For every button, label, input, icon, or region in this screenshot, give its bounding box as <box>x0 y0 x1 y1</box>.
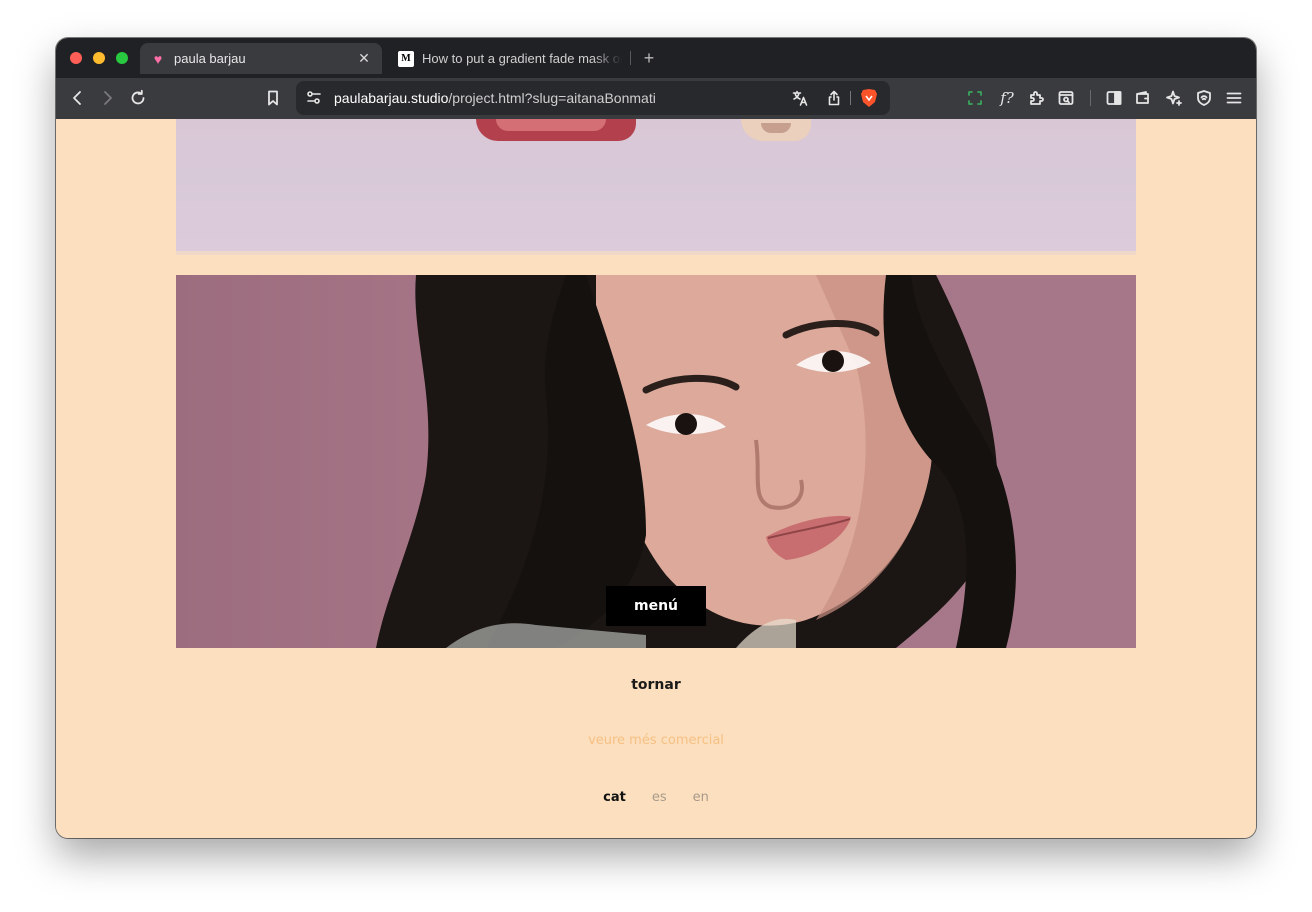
red-shoe-highlight <box>496 119 606 131</box>
project-photo-shoes <box>176 119 1136 255</box>
url-divider <box>850 91 851 105</box>
browser-toolbar: paulabarjau.studio/project.html?slug=ait… <box>56 78 1256 119</box>
more-commercial-link[interactable]: veure més comercial <box>56 733 1256 748</box>
close-tab-icon[interactable]: ✕ <box>356 50 372 67</box>
address-bar[interactable]: paulabarjau.studio/project.html?slug=ait… <box>296 81 890 115</box>
url-text[interactable]: paulabarjau.studio/project.html?slug=ait… <box>334 81 656 115</box>
share-icon[interactable] <box>824 89 844 107</box>
vpn-icon[interactable] <box>1191 86 1217 110</box>
brave-shields-icon[interactable] <box>860 88 878 108</box>
url-path: /project.html?slug=aitanaBonmati <box>448 90 656 106</box>
back-icon[interactable] <box>65 86 91 110</box>
extensions-icon[interactable] <box>1023 86 1049 110</box>
tab-bar: ♥ paula barjau ✕ M How to put a gradient… <box>56 38 1256 78</box>
heart-favicon-icon: ♥ <box>153 50 163 67</box>
lang-cat[interactable]: cat <box>603 790 626 805</box>
new-tab-button[interactable]: + <box>640 46 658 70</box>
back-link[interactable]: tornar <box>56 677 1256 693</box>
browser-window: ♥ paula barjau ✕ M How to put a gradient… <box>56 38 1256 838</box>
translate-icon[interactable] <box>790 89 810 107</box>
page-viewport: menú tornar veure més comercial cat es e… <box>56 119 1256 838</box>
screenshot-icon[interactable] <box>962 86 988 110</box>
language-switcher: cat es en <box>56 790 1256 805</box>
close-window-button[interactable] <box>70 52 82 64</box>
menu-icon[interactable] <box>1221 86 1247 110</box>
medium-favicon-icon: M <box>398 50 414 67</box>
bookmark-icon[interactable] <box>260 86 286 110</box>
forward-icon[interactable] <box>94 86 120 110</box>
lang-es[interactable]: es <box>652 790 667 805</box>
tab-medium-article[interactable]: M How to put a gradient fade mask on <box>390 43 630 74</box>
tab-title: paula barjau <box>174 51 246 66</box>
zoom-window-button[interactable] <box>116 52 128 64</box>
tab-paula-barjau[interactable]: ♥ paula barjau ✕ <box>140 43 382 74</box>
minimize-window-button[interactable] <box>93 52 105 64</box>
tab-title: How to put a gradient fade mask on <box>422 51 622 66</box>
menu-button[interactable]: menú <box>606 586 706 626</box>
wallet-icon[interactable] <box>1130 86 1156 110</box>
font-icon[interactable]: f? <box>994 86 1020 110</box>
lang-en[interactable]: en <box>693 790 709 805</box>
url-host: paulabarjau.studio <box>334 90 449 106</box>
search-page-icon[interactable] <box>1053 86 1079 110</box>
tab-separator <box>630 51 631 65</box>
sidebar-icon[interactable] <box>1101 86 1127 110</box>
leo-ai-icon[interactable] <box>1161 86 1187 110</box>
site-settings-icon[interactable] <box>304 89 324 107</box>
toolbar-separator <box>1090 90 1091 106</box>
reload-icon[interactable] <box>125 86 151 110</box>
